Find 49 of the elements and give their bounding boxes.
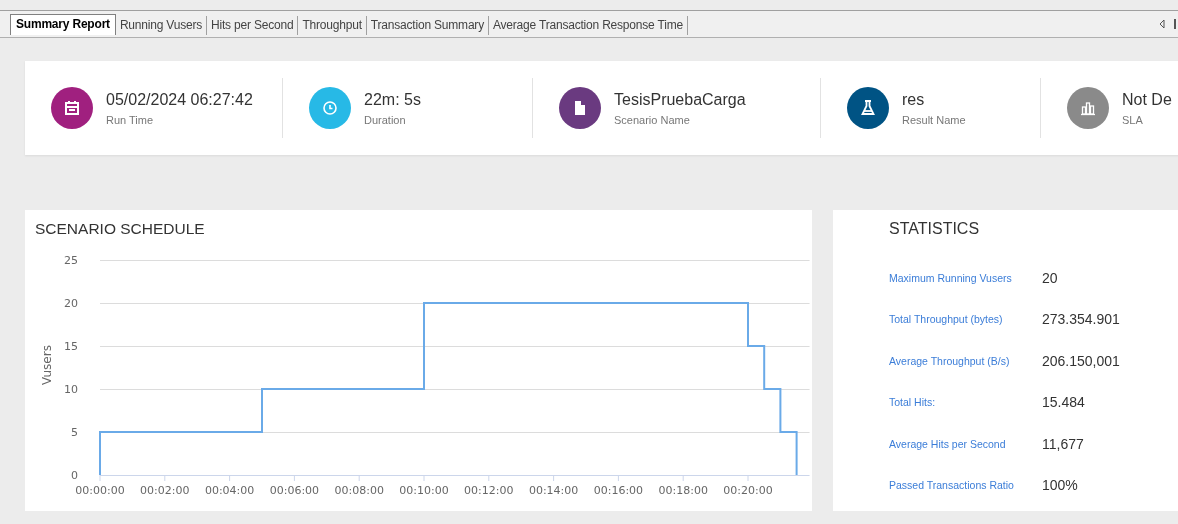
x-tick-label: 00:02:00: [140, 484, 190, 497]
statistic-value: 15.484: [1042, 394, 1085, 411]
report-tab[interactable]: Throughput: [298, 16, 367, 35]
statistic-label: Passed Transactions Ratio: [889, 479, 1015, 492]
x-tick-label: 00:12:00: [464, 484, 514, 497]
x-tick-label: 00:10:00: [399, 484, 449, 497]
statistic-value: 273.354.901: [1042, 311, 1120, 328]
statistic-label: Maximum Running Vusers: [889, 271, 1013, 284]
y-tick-label: 15: [64, 340, 78, 353]
statistic-label: Average Hits per Second: [889, 437, 1007, 450]
y-tick-label: 0: [71, 469, 78, 482]
summary-label: Run Time: [106, 113, 155, 126]
statistics-title: STATISTICS: [889, 220, 981, 238]
statistic-value: 20: [1042, 269, 1058, 286]
summary-label: SLA: [1122, 113, 1144, 126]
x-tick-label: 00:08:00: [334, 484, 384, 497]
statistic-label: Average Throughput (B/s): [889, 354, 1011, 367]
report-tab[interactable]: Summary Report: [10, 14, 116, 35]
y-tick-label: 5: [71, 426, 78, 439]
summary-value: 05/02/2024 06:27:42: [106, 90, 253, 109]
summary-value: res: [902, 90, 926, 109]
x-tick-label: 00:20:00: [723, 484, 773, 497]
summary-value: TesisPruebaCarga: [614, 90, 746, 109]
y-tick-label: 20: [64, 297, 78, 310]
chart-title: SCENARIO SCHEDULE: [34, 219, 206, 239]
y-tick-label: 25: [64, 254, 78, 267]
statistic-value: 100%: [1042, 477, 1078, 494]
x-tick-label: 00:16:00: [593, 484, 644, 497]
summary-label: Result Name: [902, 113, 966, 126]
scroll-left-icon[interactable]: [1159, 19, 1165, 29]
statistic-value: 11,677: [1042, 435, 1084, 452]
statistic-label: Total Hits:: [889, 396, 937, 409]
y-tick-label: 10: [64, 383, 78, 396]
x-tick-label: 00:14:00: [528, 484, 579, 497]
x-tick-label: 00:00:00: [75, 484, 125, 497]
x-tick-label: 00:18:00: [658, 484, 708, 497]
report-tab[interactable]: Average Transaction Response Time: [488, 16, 688, 35]
summary-value: 22m: 5s: [364, 90, 421, 109]
report-tab[interactable]: Running Vusers: [115, 16, 208, 35]
statistic-value: 206.150,001: [1042, 352, 1120, 369]
report-tab[interactable]: Hits per Second: [207, 16, 299, 35]
x-tick-label: 00:04:00: [204, 484, 255, 497]
summary-value: Not De: [1122, 90, 1172, 109]
x-tick-label: 00:06:00: [269, 484, 320, 497]
report-tab[interactable]: Transaction Summary: [366, 16, 489, 35]
statistic-label: Total Throughput (bytes): [889, 313, 1004, 326]
y-axis-title: Vusers: [40, 345, 54, 385]
summary-label: Duration: [364, 113, 407, 126]
summary-label: Scenario Name: [614, 113, 691, 126]
